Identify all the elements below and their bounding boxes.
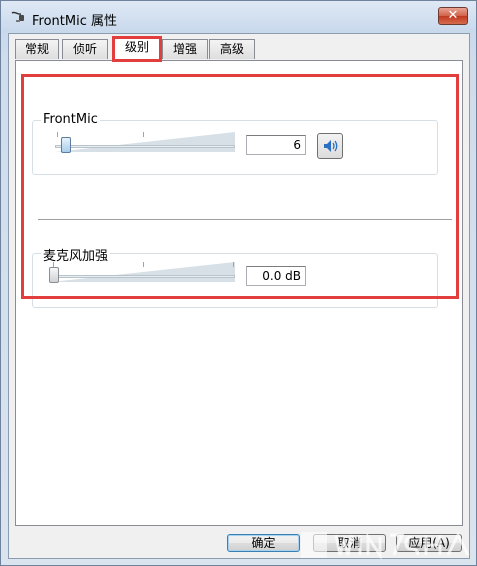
microphone-icon	[11, 11, 24, 22]
watermark-logo	[301, 531, 470, 560]
title-bar[interactable]: FrontMic 属性 ✕	[1, 1, 476, 33]
highlight-box	[21, 74, 459, 299]
tab-listen[interactable]: 侦听	[62, 39, 108, 59]
tab-advanced[interactable]: 高级	[209, 39, 255, 59]
properties-window: FrontMic 属性 ✕ 常规 侦听 级别 增强 高级 FrontMic 6	[0, 0, 477, 566]
dialog-body: 常规 侦听 级别 增强 高级 FrontMic 6 麦克风加强 0.0 dB 确…	[8, 33, 470, 559]
ok-button[interactable]: 确定	[227, 534, 300, 552]
tab-enhancements[interactable]: 增强	[162, 39, 208, 59]
close-button[interactable]: ✕	[438, 7, 468, 25]
tab-general[interactable]: 常规	[15, 39, 59, 59]
window-title: FrontMic 属性	[32, 14, 117, 29]
tab-highlight-box	[112, 36, 162, 62]
